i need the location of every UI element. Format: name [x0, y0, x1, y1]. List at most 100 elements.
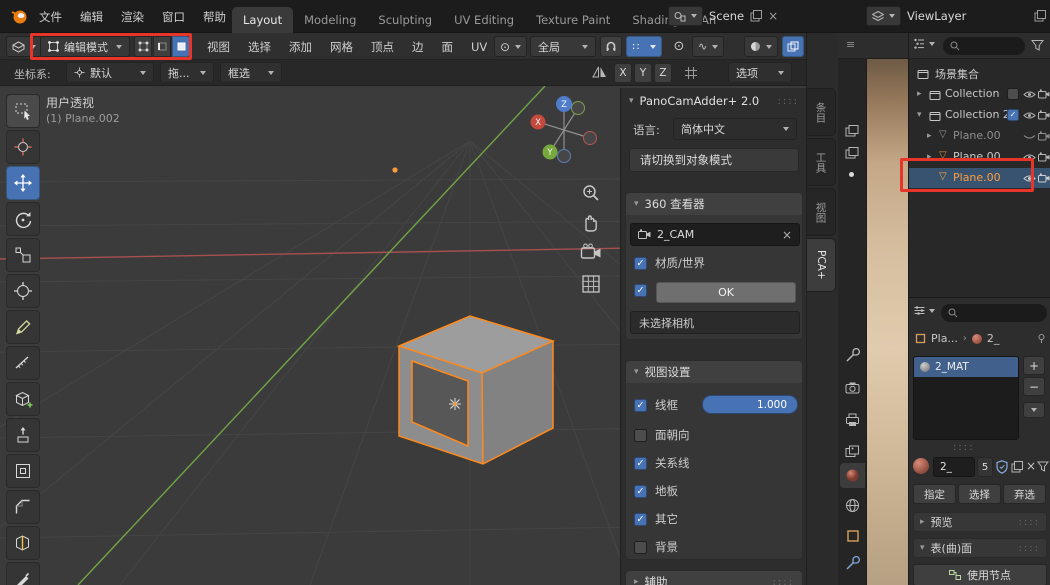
face-select-button[interactable]: [172, 36, 190, 57]
eye-icon[interactable]: [1023, 90, 1036, 99]
tool-rotate[interactable]: [6, 202, 40, 236]
properties-tab-modifiers[interactable]: [840, 551, 865, 576]
surface-panel-header[interactable]: ▾ 表(曲)面 ::::: [913, 538, 1047, 558]
outliner-row-plane1[interactable]: ▸ ▽ Plane.00: [909, 126, 1050, 146]
drag-mode-dropdown[interactable]: 拖...: [160, 62, 214, 83]
blender-logo-icon[interactable]: [10, 7, 30, 25]
aux-subpanel-header[interactable]: ▸ 辅助 ::::: [626, 571, 802, 585]
eye-icon[interactable]: [1023, 174, 1036, 183]
properties-search[interactable]: [941, 304, 1047, 322]
tool-scale[interactable]: [6, 238, 40, 272]
view-settings-header[interactable]: ▾ 视图设置: [626, 361, 802, 383]
pin-icon[interactable]: [1036, 333, 1047, 344]
outliner-row-plane3-active[interactable]: ▽ Plane.00: [909, 168, 1050, 188]
fake-user-shield-icon[interactable]: [996, 460, 1008, 474]
users-count-chip[interactable]: 5: [977, 457, 993, 477]
breadcrumb-material[interactable]: 2_: [987, 332, 1000, 345]
properties-tab-render[interactable]: [840, 375, 865, 400]
remove-slot-button[interactable]: −: [1023, 377, 1045, 396]
scene-name[interactable]: Scene: [709, 9, 744, 23]
material-slot-list[interactable]: 2_MAT: [913, 356, 1019, 440]
filter-funnel-icon[interactable]: [1031, 39, 1044, 52]
snap-grid-icon[interactable]: [684, 66, 698, 80]
eye-icon[interactable]: [1023, 153, 1036, 162]
deselect-button[interactable]: 弃选: [1003, 484, 1046, 504]
workspace-tab-layout[interactable]: Layout: [232, 7, 293, 33]
camera-toggle-icon[interactable]: [1038, 110, 1050, 120]
zoom-button[interactable]: [580, 182, 602, 204]
mirror-x-toggle[interactable]: X: [614, 63, 632, 83]
camera-toggle-icon[interactable]: [1038, 152, 1050, 162]
tool-measure[interactable]: [6, 346, 40, 380]
snap-target-dropdown[interactable]: ::: [626, 36, 662, 57]
navigation-gizmo[interactable]: Z X Y: [522, 92, 606, 176]
filter-dropdown-icon[interactable]: [1037, 461, 1049, 473]
pivot-point-dropdown[interactable]: ⊙: [494, 36, 527, 57]
properties-editor-dropdown[interactable]: [913, 304, 935, 317]
mirror-y-toggle[interactable]: Y: [634, 63, 652, 83]
menu-view[interactable]: 视图: [198, 33, 239, 60]
wireframe-checkbox[interactable]: ✓: [634, 399, 647, 412]
breadcrumb-object[interactable]: Pla...: [931, 332, 958, 345]
use-nodes-button[interactable]: 使用节点: [913, 564, 1047, 585]
tool-inset[interactable]: [6, 454, 40, 488]
xray-toggle[interactable]: [782, 36, 804, 57]
tool-select-box[interactable]: [6, 94, 40, 128]
select-mode-dropdown[interactable]: 框选: [220, 62, 282, 83]
material-slot-active[interactable]: 2_MAT: [914, 357, 1018, 377]
tool-move[interactable]: [6, 166, 40, 200]
viewlayer-name[interactable]: ViewLayer: [907, 9, 966, 23]
edge-select-button[interactable]: [153, 36, 171, 57]
workspace-tab-modeling[interactable]: Modeling: [293, 7, 367, 33]
collection2-exclude-checkbox[interactable]: ✓: [1007, 109, 1019, 121]
ok-checkbox[interactable]: ✓: [634, 284, 647, 297]
add-slot-button[interactable]: +: [1023, 356, 1045, 375]
mode-dropdown[interactable]: 编辑模式: [40, 36, 130, 57]
shading-dropdown[interactable]: [744, 36, 778, 57]
outliner-editor-dropdown[interactable]: [913, 37, 935, 50]
preset-dropdown[interactable]: 默认: [66, 62, 154, 83]
background-checkbox[interactable]: [634, 541, 647, 554]
outliner-row-collection2[interactable]: ▾ Collection 2 ✓: [909, 105, 1050, 125]
floor-checkbox[interactable]: ✓: [634, 485, 647, 498]
vertex-select-button[interactable]: [134, 36, 152, 57]
menu-render[interactable]: 渲染: [112, 3, 153, 30]
npanel-tab-view[interactable]: 视图: [807, 188, 836, 236]
tool-loop-cut[interactable]: [6, 526, 40, 560]
material-world-row[interactable]: ✓ 材质/世界: [634, 255, 705, 271]
delete-scene-icon[interactable]: ×: [768, 9, 778, 23]
falloff-dropdown[interactable]: ∿: [692, 36, 724, 57]
npanel-tab-item[interactable]: 条目: [807, 88, 836, 136]
camera-toggle-icon[interactable]: [1038, 131, 1050, 141]
outliner-row-collection1[interactable]: ▸ Collection: [909, 84, 1050, 104]
camera-view-button[interactable]: [580, 243, 602, 261]
tool-add-primitive[interactable]: [6, 382, 40, 416]
new-scene-icon[interactable]: [750, 10, 762, 22]
properties-tab-material[interactable]: [840, 463, 865, 488]
preview-panel-header[interactable]: ▸ 预览 ::::: [913, 512, 1047, 532]
tool-annotate[interactable]: [6, 310, 40, 344]
strip-menu-icon[interactable]: ≡: [846, 38, 855, 51]
proportional-editing-toggle[interactable]: ⊙: [668, 36, 690, 57]
new-viewlayer-icon[interactable]: [1034, 10, 1046, 22]
wireframe-slider[interactable]: 1.000: [702, 395, 798, 414]
aux-grip[interactable]: ::::: [773, 577, 794, 585]
ok-button[interactable]: OK: [656, 282, 796, 303]
surface-grip[interactable]: ::::: [1019, 543, 1040, 554]
npanel-header[interactable]: ▾ PanoCamAdder+ 2.0 ::::: [625, 90, 803, 112]
relation-checkbox[interactable]: ✓: [634, 457, 647, 470]
eye-icon[interactable]: [1023, 111, 1036, 120]
unlink-icon[interactable]: ×: [1026, 459, 1036, 473]
slot-specials-button[interactable]: [1023, 402, 1045, 418]
properties-tab-tool[interactable]: [840, 343, 865, 368]
ortho-toggle-button[interactable]: [580, 273, 602, 295]
menu-window[interactable]: 窗口: [153, 3, 194, 30]
language-dropdown[interactable]: 简体中文: [673, 118, 797, 140]
slot-list-grip[interactable]: ::::: [953, 442, 974, 453]
camera-field[interactable]: 2_CAM ×: [630, 223, 800, 246]
pan-hand-button[interactable]: [580, 212, 602, 234]
transform-orientation-dropdown[interactable]: 全局: [530, 36, 596, 57]
camera-toggle-icon[interactable]: [1038, 89, 1050, 99]
properties-tab-world[interactable]: [840, 493, 865, 518]
menu-vertex[interactable]: 顶点: [362, 33, 403, 60]
